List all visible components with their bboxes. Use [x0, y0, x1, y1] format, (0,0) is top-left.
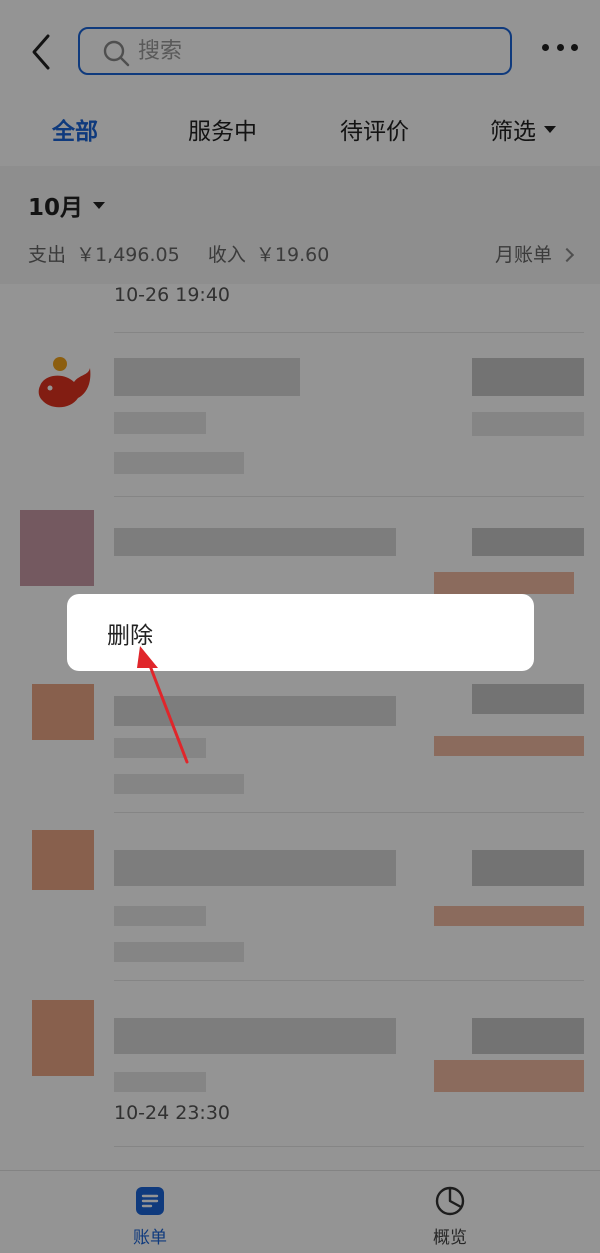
context-menu: 删除 [67, 594, 534, 671]
bill-list-screen: 全部 服务中 待评价 筛选 10月 支出 ￥1,496.05 收入 ￥19.60… [0, 0, 600, 1253]
delete-menu-item[interactable]: 删除 [107, 616, 153, 650]
